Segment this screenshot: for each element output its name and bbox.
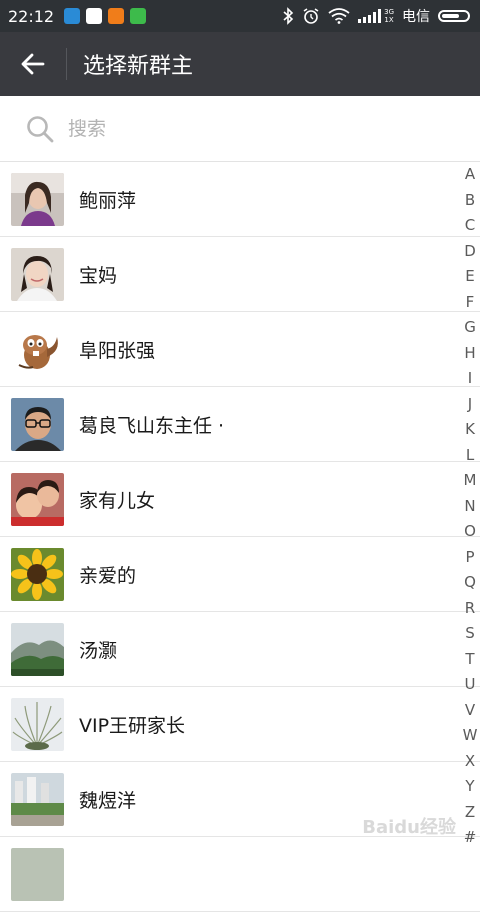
index-letter[interactable]: J (468, 392, 472, 418)
index-letter[interactable]: V (465, 698, 475, 724)
contact-name: 葛良飞山东主任 · (79, 414, 225, 437)
index-letter[interactable]: A (465, 162, 475, 188)
signal-bars-icon (358, 9, 382, 23)
avatar (11, 772, 64, 826)
qq-penguin-icon (86, 8, 103, 24)
carrier-name: 电信 (402, 9, 430, 25)
page-title: 选择新群主 (83, 54, 194, 79)
alphabet-index: A B C D E F G H I J K L M N O P Q R S T … (460, 162, 480, 851)
wifi-icon (328, 8, 350, 24)
contact-name: 鲍丽萍 (79, 189, 137, 212)
avatar (11, 397, 64, 451)
search-icon (27, 115, 54, 142)
index-letter[interactable]: P (465, 545, 474, 571)
orange-app-icon (108, 8, 125, 24)
contact-name: 阜阳张强 (79, 339, 156, 362)
index-letter[interactable]: I (468, 366, 472, 392)
network-type-top: 3G (384, 8, 394, 16)
contact-name: 汤灏 (79, 639, 118, 662)
avatar (11, 322, 64, 376)
watermark: Baidu经验 (362, 817, 456, 838)
notification-icons (64, 8, 147, 24)
index-letter[interactable]: G (464, 315, 476, 341)
contact-row[interactable]: 宝妈 (0, 237, 480, 312)
index-letter[interactable]: E (465, 264, 474, 290)
contact-row[interactable]: 阜阳张强 (0, 312, 480, 387)
index-letter[interactable]: K (465, 417, 475, 443)
avatar (11, 547, 64, 601)
contact-name: 宝妈 (79, 264, 118, 287)
contact-name: 亲爱的 (79, 564, 137, 587)
avatar (11, 697, 64, 751)
avatar (11, 247, 64, 301)
avatar (11, 172, 64, 226)
index-letter[interactable]: U (465, 672, 476, 698)
contact-name: 家有儿女 (79, 489, 156, 512)
index-letter[interactable]: # (464, 825, 477, 851)
battery-icon (438, 10, 470, 22)
app-notification-icon (64, 8, 81, 24)
back-button[interactable] (0, 32, 66, 96)
contact-row[interactable]: 亲爱的 (0, 537, 480, 612)
alarm-clock-icon (303, 8, 319, 24)
index-letter[interactable]: Y (465, 774, 474, 800)
contact-row-partial[interactable] (0, 837, 480, 912)
index-letter[interactable]: Z (465, 800, 475, 826)
index-letter[interactable]: L (466, 443, 474, 469)
index-letter[interactable]: Q (464, 570, 476, 596)
contact-list: 鲍丽萍 宝妈 阜阳张强 葛良飞山东主任 · 家有儿女 亲爱的 汤灏 VIP王研家… (0, 162, 480, 912)
network-type: 3G 1X (384, 8, 394, 24)
index-letter[interactable]: B (465, 188, 475, 214)
index-letter[interactable]: M (464, 468, 477, 494)
avatar (11, 472, 64, 526)
index-letter[interactable]: C (465, 213, 475, 239)
index-letter[interactable]: H (464, 341, 475, 367)
cellular-signal: 3G 1X (358, 8, 394, 24)
index-letter[interactable]: D (464, 239, 476, 265)
index-letter[interactable]: F (466, 290, 475, 316)
network-type-bottom: 1X (384, 16, 394, 24)
green-app-icon (130, 8, 147, 24)
index-letter[interactable]: N (464, 494, 475, 520)
app-bar-divider (66, 48, 67, 80)
index-letter[interactable]: X (465, 749, 475, 775)
avatar (11, 622, 64, 676)
back-arrow-icon (21, 53, 45, 75)
contact-row[interactable]: 葛良飞山东主任 · (0, 387, 480, 462)
contact-name: 魏煜洋 (79, 789, 137, 812)
index-letter[interactable]: W (463, 723, 478, 749)
contact-row[interactable]: 鲍丽萍 (0, 162, 480, 237)
contact-row[interactable]: 家有儿女 (0, 462, 480, 537)
index-letter[interactable]: S (465, 621, 475, 647)
search-input[interactable] (66, 116, 410, 141)
contact-row[interactable]: VIP王研家长 (0, 687, 480, 762)
search-bar (0, 96, 480, 162)
status-time: 22:12 (8, 6, 55, 26)
contact-name: VIP王研家长 (79, 714, 186, 737)
index-letter[interactable]: O (464, 519, 476, 545)
app-bar: 选择新群主 (0, 32, 480, 96)
contact-row[interactable]: 汤灏 (0, 612, 480, 687)
status-bar: 22:12 3G 1X 电信 (0, 0, 480, 32)
index-letter[interactable]: T (465, 647, 474, 673)
index-letter[interactable]: R (465, 596, 475, 622)
avatar (11, 847, 64, 901)
bluetooth-icon (283, 7, 294, 25)
